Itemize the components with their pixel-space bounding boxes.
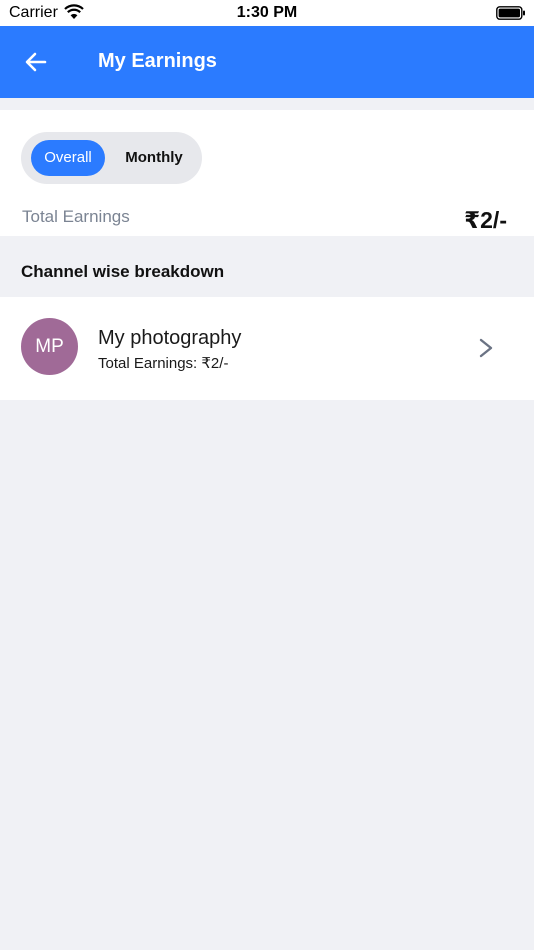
arrow-left-icon[interactable] bbox=[22, 48, 50, 76]
channel-avatar: MP bbox=[21, 318, 78, 375]
earnings-summary-card: Overall Monthly Total Earnings ₹2/- bbox=[0, 110, 534, 236]
clock: 1:30 PM bbox=[236, 4, 298, 21]
channel-name: My photography bbox=[98, 327, 242, 349]
tab-monthly[interactable]: Monthly bbox=[113, 140, 195, 176]
status-bar: Carrier 1:30 PM bbox=[0, 0, 534, 26]
page-title: My Earnings bbox=[98, 50, 217, 72]
tab-overall[interactable]: Overall bbox=[31, 140, 105, 176]
chevron-right-icon[interactable] bbox=[478, 337, 494, 359]
app-bar: My Earnings bbox=[0, 26, 534, 98]
channel-breakdown-header: Channel wise breakdown bbox=[21, 262, 225, 281]
channel-total-earnings: Total Earnings: ₹2/- bbox=[98, 355, 229, 372]
total-earnings-label: Total Earnings bbox=[22, 207, 130, 226]
battery-icon bbox=[496, 6, 525, 20]
total-earnings-value: ₹2/- bbox=[464, 207, 507, 233]
period-segmented-control: Overall Monthly bbox=[21, 132, 202, 184]
channel-list-item[interactable]: MP My photography Total Earnings: ₹2/- bbox=[0, 297, 534, 400]
